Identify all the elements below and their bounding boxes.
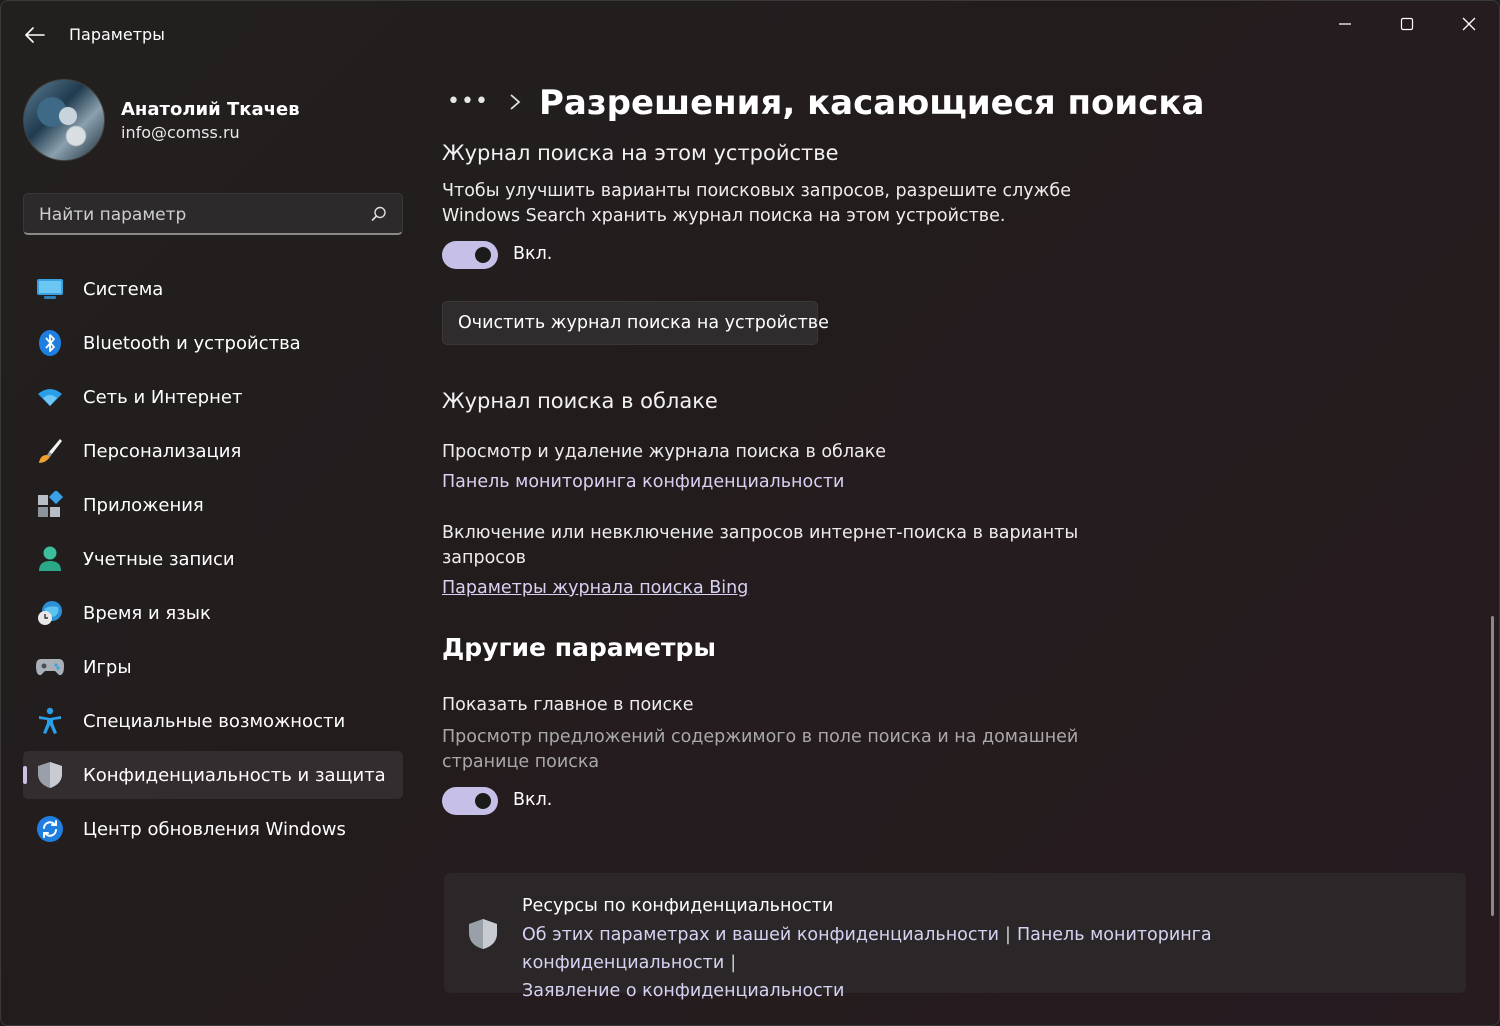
back-button[interactable] <box>21 21 49 49</box>
device-history-toggle[interactable] <box>442 241 498 269</box>
close-button[interactable] <box>1446 9 1492 39</box>
clear-device-history-button[interactable]: Очистить журнал поиска на устройстве <box>442 301 829 345</box>
app-title: Параметры <box>69 25 165 44</box>
breadcrumb-overflow-button[interactable]: ••• <box>447 89 489 114</box>
sidebar-item-gaming[interactable]: Игры <box>23 643 403 691</box>
accessibility-icon <box>35 707 65 735</box>
link-separator: | <box>1005 925 1011 945</box>
sidebar-item-label: Система <box>83 279 164 300</box>
globe-clock-icon <box>35 599 65 627</box>
privacy-statement-link[interactable]: Заявление о конфиденциальности <box>522 981 844 1001</box>
sidebar-item-label: Конфиденциальность и защита <box>83 765 386 786</box>
sidebar-item-label: Специальные возможности <box>83 711 346 732</box>
sidebar-item-bluetooth[interactable]: Bluetooth и устройства <box>23 319 403 367</box>
brush-icon <box>35 437 65 465</box>
gamepad-icon <box>35 653 65 681</box>
sidebar-item-time-language[interactable]: Время и язык <box>23 589 403 637</box>
chevron-right-icon <box>510 94 521 110</box>
link-separator: | <box>730 953 737 973</box>
sidebar-item-windows-update[interactable]: Центр обновления Windows <box>23 805 403 853</box>
title-bar: Параметры <box>1 1 1499 69</box>
cloud-history-view-title: Просмотр и удаление журнала поиска в обл… <box>442 442 887 462</box>
avatar[interactable] <box>23 79 105 161</box>
arrow-left-icon <box>25 27 45 43</box>
sidebar-item-label: Игры <box>83 657 132 678</box>
search-placeholder: Найти параметр <box>39 205 187 225</box>
other-settings-heading: Другие параметры <box>442 633 716 662</box>
content-scrollbar[interactable] <box>1491 616 1494 916</box>
device-history-heading: Журнал поиска на этом устройстве <box>442 141 839 165</box>
maximize-button[interactable] <box>1384 9 1430 39</box>
privacy-resources-title: Ресурсы по конфиденциальности <box>522 896 834 916</box>
sidebar-item-label: Сеть и Интернет <box>83 387 243 408</box>
sidebar-item-label: Учетные записи <box>83 549 235 570</box>
sidebar-item-label: Центр обновления Windows <box>83 819 346 840</box>
apps-icon <box>35 491 65 519</box>
privacy-dashboard-link[interactable]: Панель мониторинга конфиденциальности <box>442 472 844 492</box>
sidebar-item-system[interactable]: Система <box>23 265 403 313</box>
sidebar-item-network[interactable]: Сеть и Интернет <box>23 373 403 421</box>
wifi-icon <box>35 383 65 411</box>
profile-name: Анатолий Ткачев <box>121 99 300 120</box>
device-history-description-1: Чтобы улучшить варианты поисковых запрос… <box>442 181 1071 201</box>
person-icon <box>35 545 65 573</box>
search-highlights-toggle[interactable] <box>442 787 498 815</box>
page-title: Разрешения, касающиеся поиска <box>539 83 1205 123</box>
toggle-knob <box>475 793 491 809</box>
minimize-icon <box>1339 23 1351 25</box>
settings-window: Параметры Анатолий Ткачев info@comss.ru … <box>0 0 1500 1026</box>
maximize-icon <box>1400 17 1414 31</box>
sidebar-item-privacy[interactable]: Конфиденциальность и защита <box>23 751 403 799</box>
search-input[interactable]: Найти параметр <box>23 193 403 235</box>
search-highlights-description-2: странице поиска <box>442 752 600 772</box>
sidebar-item-accessibility[interactable]: Специальные возможности <box>23 697 403 745</box>
search-highlights-description-1: Просмотр предложений содержимого в поле … <box>442 727 1079 747</box>
selection-indicator <box>23 766 27 784</box>
shield-icon <box>469 919 497 949</box>
sidebar-item-accounts[interactable]: Учетные записи <box>23 535 403 583</box>
clear-device-history-label: Очистить журнал поиска на устройстве <box>458 313 829 333</box>
search-highlights-toggle-state: Вкл. <box>513 790 553 810</box>
privacy-resources-links: Об этих параметрах и вашей конфиденциаль… <box>522 921 1402 1005</box>
sync-icon <box>35 815 65 843</box>
close-icon <box>1462 17 1476 31</box>
bing-history-settings-link[interactable]: Параметры журнала поиска Bing <box>442 578 748 598</box>
search-highlights-title: Показать главное в поиске <box>442 695 694 715</box>
privacy-resources-card: Ресурсы по конфиденциальности Об этих па… <box>444 873 1466 1001</box>
profile-email: info@comss.ru <box>121 123 240 142</box>
sidebar-item-label: Время и язык <box>83 603 211 624</box>
toggle-knob <box>475 247 491 263</box>
search-icon[interactable] <box>370 205 388 223</box>
sidebar-nav: Система Bluetooth и устройства Сеть и Ин… <box>23 265 403 859</box>
cloud-history-heading: Журнал поиска в облаке <box>442 389 718 413</box>
sidebar-item-apps[interactable]: Приложения <box>23 481 403 529</box>
cloud-include-title-2: запросов <box>442 548 526 568</box>
device-history-toggle-state: Вкл. <box>513 244 553 264</box>
minimize-button[interactable] <box>1322 9 1368 39</box>
sidebar-item-label: Персонализация <box>83 441 242 462</box>
sidebar-item-personalization[interactable]: Персонализация <box>23 427 403 475</box>
sidebar-item-label: Bluetooth и устройства <box>83 333 301 354</box>
sidebar-item-label: Приложения <box>83 495 204 516</box>
about-settings-privacy-link[interactable]: Об этих параметрах и вашей конфиденциаль… <box>522 925 999 945</box>
device-history-description-2: Windows Search хранить журнал поиска на … <box>442 206 1006 226</box>
monitor-icon <box>35 275 65 303</box>
shield-icon <box>35 761 65 789</box>
cloud-include-title-1: Включение или невключение запросов интер… <box>442 523 1079 543</box>
bluetooth-icon <box>35 329 65 357</box>
